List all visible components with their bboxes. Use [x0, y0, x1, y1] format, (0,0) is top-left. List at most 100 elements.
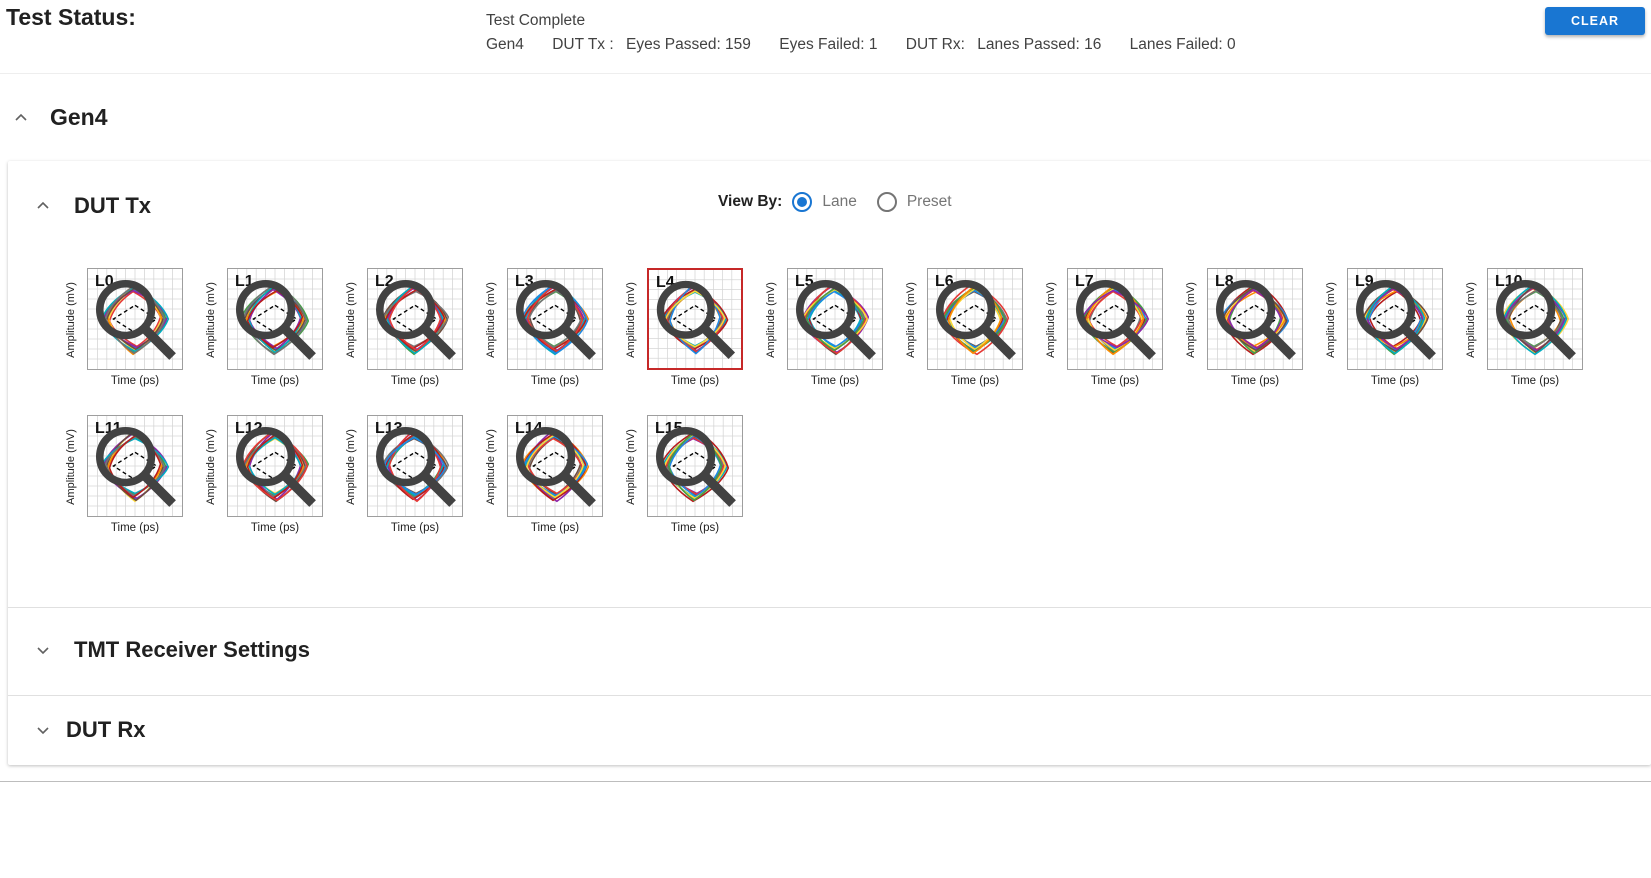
zoom-icon[interactable]	[508, 416, 602, 516]
eye-diagram-tile[interactable]: Amplitude (mV) L7 Time (ps)	[1045, 268, 1165, 396]
status-complete-text: Test Complete	[486, 12, 586, 29]
zoom-lens	[375, 279, 436, 340]
eye-diagram-plot[interactable]: L10	[1487, 268, 1583, 370]
status-rx-label: DUT Rx:	[905, 36, 965, 53]
status-eyes-passed: Eyes Passed: 159	[625, 36, 751, 53]
x-axis-label: Time (ps)	[670, 375, 720, 387]
zoom-icon[interactable]	[88, 416, 182, 516]
zoom-handle	[1121, 325, 1156, 360]
eye-diagram-plot[interactable]: L3	[507, 268, 603, 370]
zoom-lens	[375, 426, 436, 487]
eye-diagram-tile[interactable]: Amplitude (mV) L9 Time (ps)	[1325, 268, 1445, 396]
eye-diagram-plot[interactable]: L13	[367, 415, 463, 517]
x-axis-label: Time (ps)	[250, 375, 300, 387]
zoom-icon[interactable]	[508, 269, 602, 369]
zoom-icon[interactable]	[1488, 269, 1582, 369]
status-summary: Test Complete Gen4 DUT Tx : Eyes Passed:…	[486, 9, 1244, 57]
x-axis-label: Time (ps)	[390, 375, 440, 387]
eye-diagram-tile[interactable]: Amplitude (mV) L3 Time (ps)	[485, 268, 605, 396]
zoom-icon[interactable]	[88, 269, 182, 369]
tmt-receiver-settings-toggle[interactable]: TMT Receiver Settings	[36, 637, 310, 663]
eye-diagram-tile[interactable]: Amplitude (mV) L4 Time (ps)	[625, 268, 745, 396]
zoom-icon[interactable]	[228, 269, 322, 369]
eye-diagram-tile[interactable]: Amplitude (mV) L10 Time (ps)	[1465, 268, 1585, 396]
eye-diagram-tile[interactable]: Amplitude (mV) L11 Time (ps)	[65, 415, 185, 543]
eye-diagram-plot[interactable]: L12	[227, 415, 323, 517]
status-eyes-failed: Eyes Failed: 1	[779, 36, 878, 53]
view-by-preset-radio[interactable]: Preset	[876, 192, 952, 212]
eye-diagram-plot[interactable]: L11	[87, 415, 183, 517]
view-by-lane-label: Lane	[822, 193, 857, 210]
y-axis-label: Amplitude (mV)	[345, 429, 357, 505]
zoom-lens	[95, 279, 156, 340]
status-tx-label: DUT Tx :	[552, 36, 614, 53]
zoom-handle	[1261, 325, 1296, 360]
x-axis-label: Time (ps)	[250, 522, 300, 534]
y-axis-label: Amplitude (mV)	[65, 429, 77, 505]
zoom-lens	[656, 280, 715, 339]
eye-diagram-tile[interactable]: Amplitude (mV) L1 Time (ps)	[205, 268, 325, 396]
clear-button[interactable]: CLEAR	[1545, 7, 1645, 35]
eye-diagram-tile[interactable]: Amplitude (mV) L8 Time (ps)	[1185, 268, 1305, 396]
eye-diagram-plot[interactable]: L8	[1207, 268, 1303, 370]
zoom-handle	[701, 472, 736, 507]
radio-unchecked-icon[interactable]	[876, 192, 897, 212]
x-axis-label: Time (ps)	[1090, 375, 1140, 387]
zoom-lens	[935, 279, 996, 340]
eye-diagram-plot[interactable]: L2	[367, 268, 463, 370]
eye-diagram-tile[interactable]: Amplitude (mV) L0 Time (ps)	[65, 268, 185, 396]
eye-diagram-plot[interactable]: L4	[647, 268, 743, 370]
page-bottom-rule	[0, 781, 1651, 782]
y-axis-label: Amplitude (mV)	[1325, 282, 1337, 358]
zoom-icon[interactable]	[368, 269, 462, 369]
zoom-handle	[1401, 325, 1436, 360]
dut-tx-section-toggle[interactable]: DUT Tx	[36, 193, 151, 219]
eye-diagram-tile[interactable]: Amplitude (mV) L14 Time (ps)	[485, 415, 605, 543]
zoom-lens	[795, 279, 856, 340]
eye-diagram-plot[interactable]: L6	[927, 268, 1023, 370]
view-by-lane-radio[interactable]: Lane	[792, 192, 857, 212]
eye-diagram-plot[interactable]: L14	[507, 415, 603, 517]
eye-diagram-tile[interactable]: Amplitude (mV) L12 Time (ps)	[205, 415, 325, 543]
zoom-handle	[981, 325, 1016, 360]
gen4-section-toggle[interactable]: Gen4	[14, 104, 108, 131]
eye-diagram-tile[interactable]: Amplitude (mV) L5 Time (ps)	[765, 268, 885, 396]
zoom-handle	[421, 472, 456, 507]
dut-rx-section-toggle[interactable]: DUT Rx	[36, 717, 145, 743]
eye-diagram-tile[interactable]: Amplitude (mV) L13 Time (ps)	[345, 415, 465, 543]
zoom-icon[interactable]	[788, 269, 882, 369]
zoom-icon[interactable]	[1068, 269, 1162, 369]
zoom-icon[interactable]	[228, 416, 322, 516]
eye-diagram-plot[interactable]: L1	[227, 268, 323, 370]
test-status-title: Test Status:	[6, 4, 136, 30]
zoom-icon[interactable]	[1348, 269, 1442, 369]
y-axis-label: Amplitude (mV)	[1465, 282, 1477, 358]
zoom-handle	[421, 325, 456, 360]
x-axis-label: Time (ps)	[110, 375, 160, 387]
eye-diagram-plot[interactable]: L5	[787, 268, 883, 370]
zoom-lens	[655, 426, 716, 487]
section-divider	[8, 607, 1651, 608]
x-axis-label: Time (ps)	[1370, 375, 1420, 387]
eye-diagram-tile[interactable]: Amplitude (mV) L6 Time (ps)	[905, 268, 1025, 396]
zoom-icon[interactable]	[648, 416, 742, 516]
eye-diagram-plot[interactable]: L0	[87, 268, 183, 370]
status-results-line: Gen4 DUT Tx : Eyes Passed: 159 Eyes Fail…	[486, 33, 1244, 57]
zoom-icon[interactable]	[368, 416, 462, 516]
zoom-icon[interactable]	[1208, 269, 1302, 369]
zoom-handle	[561, 472, 596, 507]
zoom-lens	[1355, 279, 1416, 340]
radio-checked-icon[interactable]	[792, 192, 813, 212]
eye-diagram-plot[interactable]: L15	[647, 415, 743, 517]
eye-diagram-tile[interactable]: Amplitude (mV) L2 Time (ps)	[345, 268, 465, 396]
eye-diagram-plot[interactable]: L9	[1347, 268, 1443, 370]
y-axis-label: Amplitude (mV)	[625, 429, 637, 505]
zoom-icon[interactable]	[649, 270, 741, 368]
eye-diagram-tile[interactable]: Amplitude (mV) L15 Time (ps)	[625, 415, 745, 543]
eye-diagram-plot[interactable]: L7	[1067, 268, 1163, 370]
y-axis-label: Amplitude (mV)	[205, 282, 217, 358]
zoom-handle	[281, 472, 316, 507]
zoom-icon[interactable]	[928, 269, 1022, 369]
x-axis-label: Time (ps)	[530, 375, 580, 387]
view-by-selector: View By: Lane Preset	[718, 192, 972, 212]
